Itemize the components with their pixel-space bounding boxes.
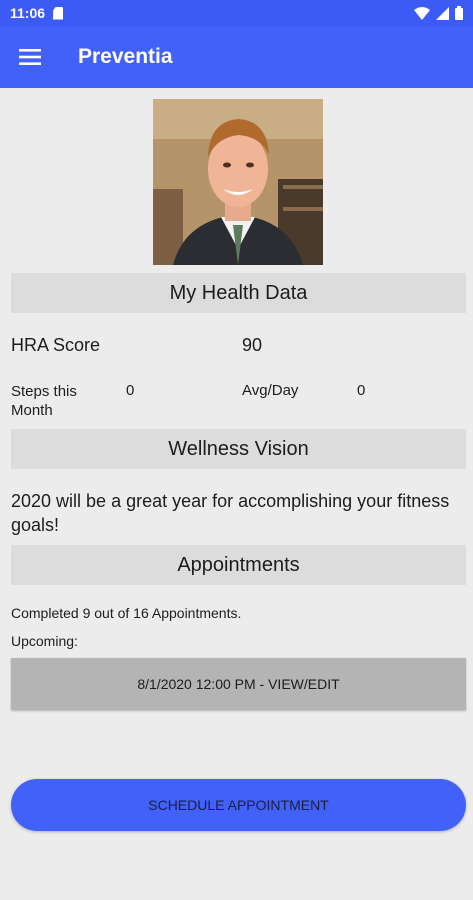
hra-score-label: HRA Score <box>11 335 101 355</box>
avg-day-label: Avg/Day <box>242 382 299 399</box>
avg-day-value: 0 <box>357 382 366 399</box>
wellness-vision-header: Wellness Vision <box>11 429 466 469</box>
status-time: 11:06 <box>10 5 46 21</box>
steps-month-value: 0 <box>126 382 135 399</box>
app-title: Preventia <box>78 45 173 68</box>
appointments-header: Appointments <box>11 545 466 585</box>
status-bar: 11:06 <box>0 0 473 26</box>
app-bar: Preventia <box>0 26 473 88</box>
menu-button[interactable] <box>0 26 60 88</box>
hamburger-menu-icon <box>19 49 41 65</box>
wellness-vision-text: 2020 will be a great year for accomplish… <box>11 491 450 535</box>
signal-icon <box>436 6 449 20</box>
hra-score-value: 90 <box>242 335 263 355</box>
steps-month-label: Steps this Month <box>11 383 77 419</box>
upcoming-appointment-button[interactable]: 8/1/2020 12:00 PM - VIEW/EDIT <box>11 658 466 710</box>
schedule-appointment-button[interactable]: SCHEDULE APPOINTMENT <box>11 779 466 831</box>
health-data-header: My Health Data <box>11 273 466 313</box>
sd-card-icon <box>53 6 64 20</box>
wifi-icon <box>414 6 430 20</box>
profile-photo <box>153 99 323 265</box>
upcoming-label: Upcoming: <box>11 633 78 649</box>
appointments-completed-text: Completed 9 out of 16 Appointments. <box>11 605 242 621</box>
battery-icon <box>455 6 463 20</box>
